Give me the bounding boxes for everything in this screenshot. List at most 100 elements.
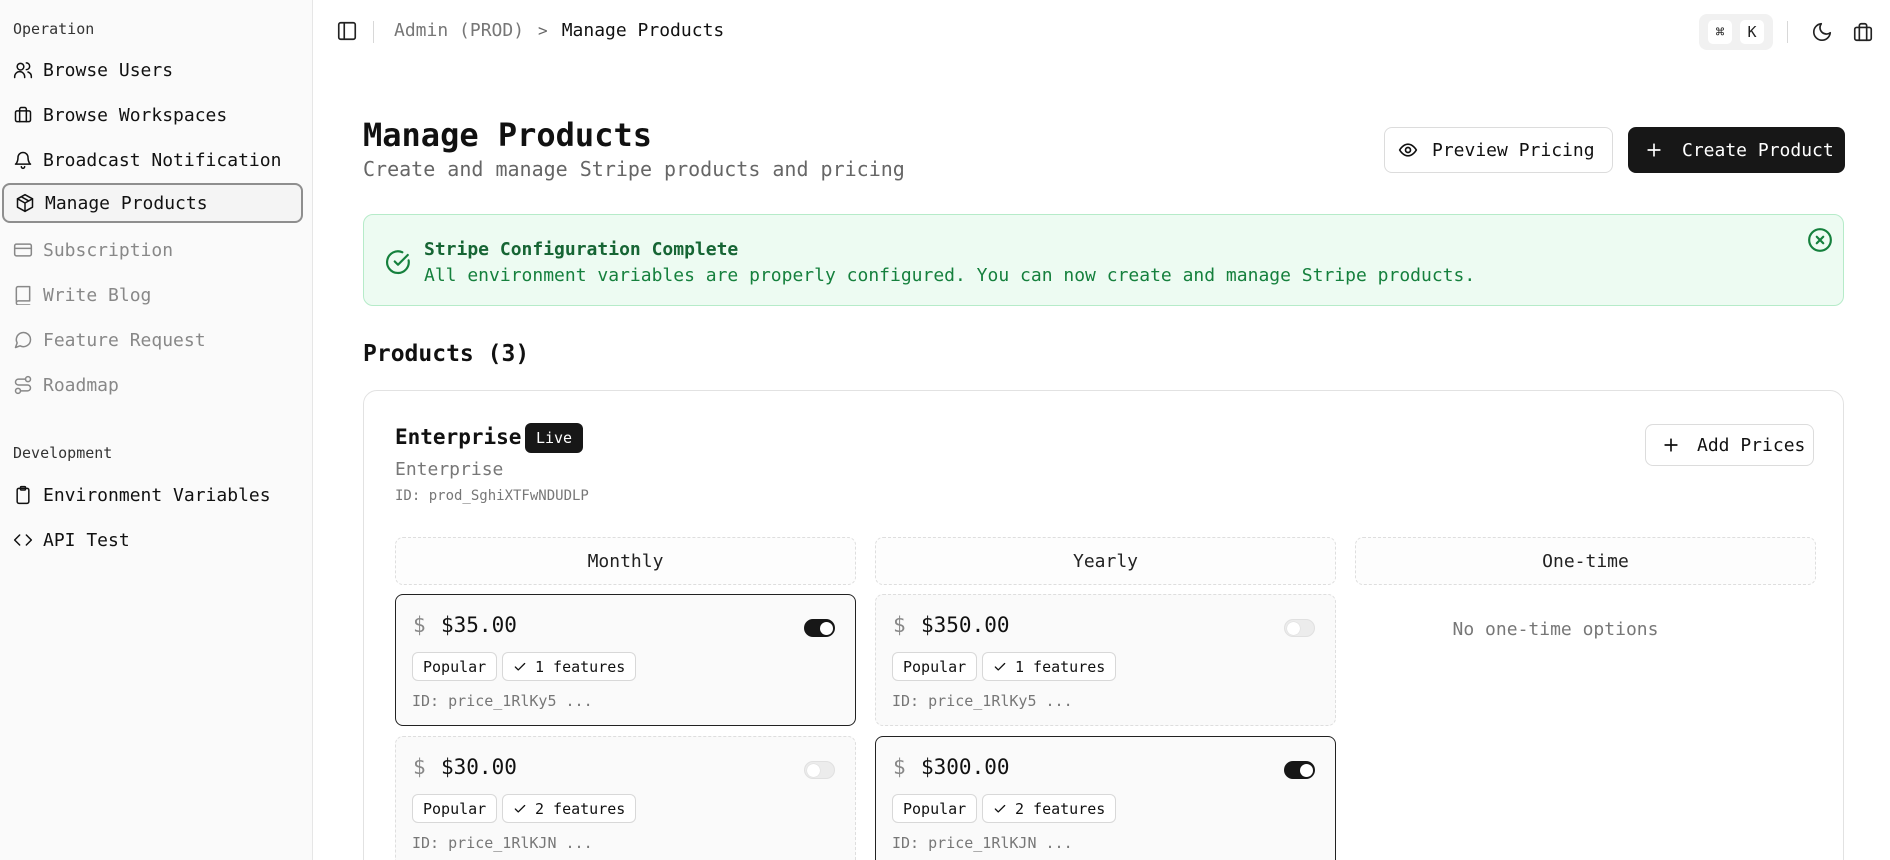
sidebar-item-label: Environment Variables <box>43 484 271 506</box>
add-prices-label: Add Prices <box>1697 434 1806 456</box>
price-active-toggle[interactable] <box>804 761 835 779</box>
users-icon <box>13 60 33 80</box>
sidebar-item-label: API Test <box>43 529 130 551</box>
price-amount: $35.00 <box>441 613 517 637</box>
sidebar-item-manage-products[interactable]: Manage Products <box>2 183 303 223</box>
sidebar-item-browse-workspaces[interactable]: Browse Workspaces <box>2 95 303 135</box>
sidebar: Operation Browse Users Browse Workspaces… <box>0 0 313 860</box>
command-key-icon: ⌘ <box>1708 20 1732 44</box>
features-tag: 1 features <box>502 652 637 681</box>
toggle-knob <box>820 622 833 635</box>
sidebar-item-api-test[interactable]: API Test <box>2 520 303 560</box>
features-tag: 2 features <box>982 794 1117 823</box>
status-badge: Live <box>525 423 583 453</box>
sidebar-item-subscription[interactable]: Subscription <box>2 230 303 270</box>
price-amount: $350.00 <box>921 613 1010 637</box>
sidebar-item-label: Browse Workspaces <box>43 104 228 126</box>
eye-icon <box>1398 140 1418 160</box>
route-icon <box>13 375 33 395</box>
price-active-toggle[interactable] <box>1284 619 1315 637</box>
price-id: ID: price_1RlKJN ... <box>412 834 593 852</box>
price-amount: $300.00 <box>921 755 1010 779</box>
message-circle-icon <box>13 330 33 350</box>
tag-label: 1 features <box>1015 657 1106 676</box>
sidebar-item-environment-variables[interactable]: Environment Variables <box>2 475 303 515</box>
popular-tag: Popular <box>412 652 498 681</box>
product-description: Enterprise <box>395 459 504 480</box>
sidebar-section-label: Operation <box>13 20 95 38</box>
tag-label: 1 features <box>535 657 626 676</box>
sidebar-item-label: Manage Products <box>45 192 208 214</box>
popular-tag: Popular <box>892 652 978 681</box>
dollar-icon: $ <box>893 613 906 637</box>
price-id: ID: price_1RlKy5 ... <box>892 692 1073 710</box>
price-card[interactable]: $ $300.00 Popular 2 features ID: price_1… <box>875 736 1336 860</box>
create-product-button[interactable]: Create Product <box>1628 127 1845 173</box>
page-subtitle: Create and manage Stripe products and pr… <box>363 157 905 181</box>
features-tag: 1 features <box>982 652 1117 681</box>
chevron-right-icon: > <box>538 21 548 40</box>
price-active-toggle[interactable] <box>1284 761 1315 779</box>
popular-tag: Popular <box>412 794 498 823</box>
add-prices-button[interactable]: Add Prices <box>1645 424 1814 466</box>
dollar-icon: $ <box>893 755 906 779</box>
alert-message: All environment variables are properly c… <box>424 265 1476 286</box>
price-card[interactable]: $ $35.00 Popular 1 features ID: price_1R… <box>395 594 856 726</box>
command-palette-shortcut[interactable]: ⌘ K <box>1699 14 1773 50</box>
tag-label: 2 features <box>1015 799 1106 818</box>
toggle-knob <box>1287 622 1300 635</box>
sidebar-item-label: Broadcast Notification <box>43 149 282 171</box>
column-header-monthly: Monthly <box>395 537 856 585</box>
price-card[interactable]: $ $30.00 Popular 2 features ID: price_1R… <box>395 736 856 860</box>
product-id: ID: prod_SghiXTFwNDUDLP <box>395 488 589 504</box>
check-icon <box>994 804 1006 813</box>
sidebar-section-label: Development <box>13 444 113 462</box>
check-circle-icon <box>385 249 411 275</box>
page-title: Manage Products <box>363 116 652 154</box>
tag-label: Popular <box>903 799 967 818</box>
products-heading: Products (3) <box>363 341 530 367</box>
plus-icon <box>1644 140 1664 160</box>
check-icon <box>994 662 1006 671</box>
breadcrumb-parent[interactable]: Admin (PROD) <box>394 20 524 41</box>
stripe-config-alert: Stripe Configuration Complete All enviro… <box>363 214 1844 306</box>
empty-one-time-text: No one-time options <box>1452 619 1659 640</box>
preview-pricing-button[interactable]: Preview Pricing <box>1384 127 1613 173</box>
code-icon <box>13 530 33 550</box>
price-id: ID: price_1RlKJN ... <box>892 834 1073 852</box>
bell-icon <box>13 150 33 170</box>
gift-icon[interactable] <box>1852 21 1874 43</box>
tag-label: 2 features <box>535 799 626 818</box>
plus-icon <box>1661 435 1681 455</box>
sidebar-item-broadcast-notification[interactable]: Broadcast Notification <box>2 140 303 180</box>
shortcut-key: K <box>1740 20 1764 44</box>
features-tag: 2 features <box>502 794 637 823</box>
sidebar-toggle-icon[interactable] <box>336 20 358 42</box>
preview-pricing-label: Preview Pricing <box>1432 139 1595 161</box>
sidebar-item-browse-users[interactable]: Browse Users <box>2 50 303 90</box>
tag-label: Popular <box>423 657 487 676</box>
breadcrumb: Admin (PROD) > Manage Products <box>394 20 724 41</box>
dollar-icon: $ <box>413 613 426 637</box>
sidebar-item-write-blog[interactable]: Write Blog <box>2 275 303 315</box>
moon-icon[interactable] <box>1811 21 1833 43</box>
price-id: ID: price_1RlKy5 ... <box>412 692 593 710</box>
credit-card-icon <box>13 240 33 260</box>
package-icon <box>15 193 35 213</box>
close-circle-icon[interactable] <box>1807 227 1833 253</box>
divider <box>373 21 374 43</box>
price-active-toggle[interactable] <box>804 619 835 637</box>
create-product-label: Create Product <box>1682 139 1834 161</box>
toggle-knob <box>807 764 820 777</box>
sidebar-item-label: Browse Users <box>43 59 174 81</box>
price-card[interactable]: $ $350.00 Popular 1 features ID: price_1… <box>875 594 1336 726</box>
column-header-one-time: One-time <box>1355 537 1816 585</box>
product-card: Enterprise Live Enterprise ID: prod_Sghi… <box>363 390 1844 860</box>
sidebar-item-feature-request[interactable]: Feature Request <box>2 320 303 360</box>
divider <box>1787 21 1788 43</box>
price-amount: $30.00 <box>441 755 517 779</box>
check-icon <box>514 804 526 813</box>
sidebar-item-label: Roadmap <box>43 374 119 396</box>
sidebar-item-roadmap[interactable]: Roadmap <box>2 365 303 405</box>
breadcrumb-current: Manage Products <box>561 20 725 41</box>
